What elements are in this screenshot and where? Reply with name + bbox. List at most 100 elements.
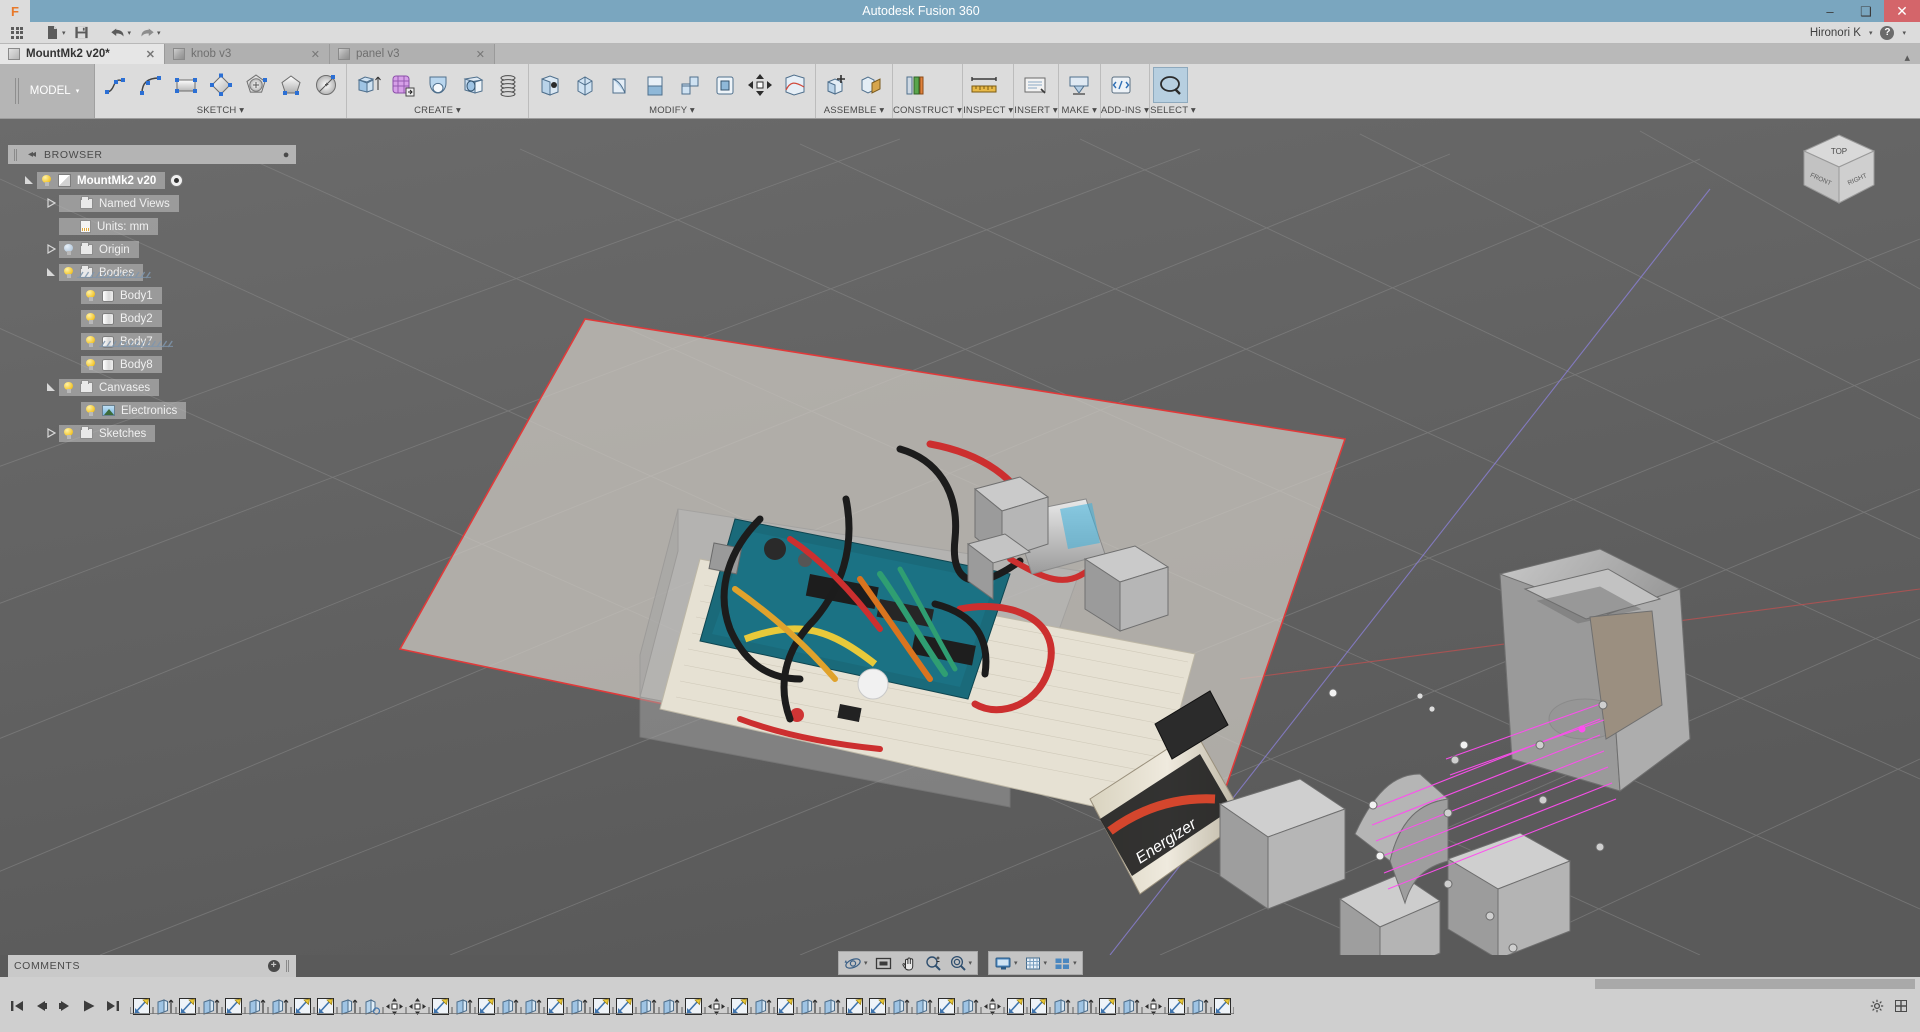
document-tab-2[interactable]: panel v3 ✕ <box>330 44 495 64</box>
timeline-feature-sketch[interactable] <box>1211 994 1234 1018</box>
timeline-feature-fillet[interactable] <box>360 994 383 1018</box>
display-settings-icon[interactable]: ▾ <box>991 952 1021 974</box>
fillet-icon[interactable] <box>567 67 602 103</box>
ribbon-group-label[interactable]: INSPECT ▾ <box>963 104 1013 117</box>
timeline-feature-extrude[interactable] <box>337 994 360 1018</box>
maximize-button[interactable]: ❑ <box>1848 0 1884 22</box>
timeline-feature-extrude[interactable] <box>268 994 291 1018</box>
extrude-icon[interactable] <box>350 67 385 103</box>
pan-icon[interactable] <box>896 952 921 974</box>
expander-expanded-icon[interactable] <box>42 267 59 279</box>
ribbon-group-label[interactable]: CREATE ▾ <box>347 104 528 117</box>
timeline-feature-sketch[interactable] <box>475 994 498 1018</box>
timeline-feature-sketch[interactable] <box>429 994 452 1018</box>
timeline-feature-sketch[interactable] <box>130 994 153 1018</box>
timeline-feature-move[interactable] <box>981 994 1004 1018</box>
browser-pin-icon[interactable]: ● <box>283 149 290 161</box>
revolve-icon[interactable] <box>420 67 455 103</box>
display-settings-caret-icon[interactable]: ▾ <box>1014 959 1018 967</box>
ribbon-group-label[interactable]: INSERT ▾ <box>1014 104 1058 117</box>
timeline-feature-extrude[interactable] <box>199 994 222 1018</box>
timeline-feature-extrude[interactable] <box>567 994 590 1018</box>
rectangle-icon[interactable] <box>168 67 203 103</box>
browser-tree-item-mountmk2-v20[interactable]: MountMk2 v20 <box>8 169 296 192</box>
timeline-feature-sketch[interactable] <box>176 994 199 1018</box>
timeline-feature-sketch[interactable] <box>1027 994 1050 1018</box>
document-tab-0[interactable]: MountMk2 v20* ✕ <box>0 44 165 64</box>
timeline-feature-extrude[interactable] <box>1119 994 1142 1018</box>
visibility-bulb-icon[interactable] <box>85 335 96 348</box>
select-icon[interactable] <box>1153 67 1189 103</box>
expander-collapsed-icon[interactable] <box>42 197 59 210</box>
expander-collapsed-icon[interactable] <box>42 243 59 256</box>
comments-grip-icon[interactable] <box>286 960 290 972</box>
fit-caret-icon[interactable]: ▾ <box>969 959 973 967</box>
document-tab-close-icon[interactable]: ✕ <box>311 48 320 61</box>
step-back-icon[interactable] <box>30 995 52 1017</box>
ribbon-group-label[interactable]: CONSTRUCT ▾ <box>893 104 962 117</box>
help-icon[interactable]: ? <box>1880 25 1895 40</box>
look-at-icon[interactable] <box>871 952 896 974</box>
timeline-feature-extrude[interactable] <box>153 994 176 1018</box>
new-component-icon[interactable] <box>819 67 854 103</box>
timeline-feature-sketch[interactable] <box>222 994 245 1018</box>
viewports-caret-icon[interactable]: ▾ <box>1073 959 1077 967</box>
go-to-start-icon[interactable] <box>6 995 28 1017</box>
browser-tree-item-chip[interactable]: Units: mm <box>59 218 158 235</box>
timeline-feature-move[interactable] <box>406 994 429 1018</box>
comments-panel[interactable]: COMMENTS + <box>8 955 296 977</box>
grid-snaps-caret-icon[interactable]: ▾ <box>1044 959 1048 967</box>
timeline-feature-sketch[interactable] <box>613 994 636 1018</box>
browser-tree-item-body8[interactable]: Body8 <box>8 353 296 376</box>
pattern-icon[interactable] <box>385 67 420 103</box>
timeline-feature-sketch[interactable] <box>682 994 705 1018</box>
activate-component-radio[interactable] <box>170 174 184 187</box>
browser-tree-item-chip[interactable]: Body8 <box>81 356 162 373</box>
grid-apps-icon[interactable] <box>6 23 28 43</box>
browser-tree-item-chip[interactable]: Named Views <box>59 195 179 212</box>
shell-icon[interactable] <box>602 67 637 103</box>
visibility-bulb-icon[interactable] <box>85 358 96 371</box>
timeline-feature-sketch[interactable] <box>590 994 613 1018</box>
timeline-feature-sketch[interactable] <box>314 994 337 1018</box>
workspace-switcher[interactable]: MODEL ▾ <box>0 64 95 118</box>
timeline-feature-sketch[interactable] <box>1165 994 1188 1018</box>
close-button[interactable]: ✕ <box>1884 0 1920 22</box>
visibility-bulb-icon[interactable] <box>63 381 74 394</box>
scripts-addins-icon[interactable] <box>1104 67 1139 103</box>
expander-expanded-icon[interactable] <box>42 382 59 394</box>
timeline-feature-extrude[interactable] <box>751 994 774 1018</box>
viewports-icon[interactable]: ▾ <box>1050 952 1080 974</box>
visibility-bulb-icon[interactable] <box>85 312 96 325</box>
timeline-feature-extrude[interactable] <box>245 994 268 1018</box>
timeline-feature-extrude[interactable] <box>820 994 843 1018</box>
visibility-bulb-icon[interactable] <box>41 174 52 187</box>
press-pull-icon[interactable] <box>532 67 567 103</box>
browser-tree-item-named-views[interactable]: Named Views <box>8 192 296 215</box>
timeline-feature-sketch[interactable] <box>291 994 314 1018</box>
browser-collapse-icon[interactable]: ◂◂ <box>28 149 36 160</box>
browser-tree-item-chip[interactable]: Bodies <box>59 264 151 281</box>
add-comment-icon[interactable]: + <box>268 960 280 972</box>
insert-mcmaster-icon[interactable] <box>1017 67 1052 103</box>
timeline-feature-extrude[interactable] <box>452 994 475 1018</box>
minimize-button[interactable]: – <box>1812 0 1848 22</box>
redo-icon[interactable]: ▾ <box>136 23 164 43</box>
expander-expanded-icon[interactable] <box>20 175 37 187</box>
browser-grip-icon[interactable] <box>14 148 18 161</box>
browser-tree-item-body2[interactable]: Body2 <box>8 307 296 330</box>
go-to-end-icon[interactable] <box>102 995 124 1017</box>
timeline-feature-move[interactable] <box>705 994 728 1018</box>
visibility-bulb-icon[interactable] <box>63 266 74 279</box>
spline-icon[interactable] <box>133 67 168 103</box>
ribbon-group-label[interactable]: MODIFY ▾ <box>529 104 815 117</box>
move-copy-icon[interactable] <box>742 67 777 103</box>
browser-tree-item-canvases[interactable]: Canvases <box>8 376 296 399</box>
timeline-feature-sketch[interactable] <box>1004 994 1027 1018</box>
fit-icon[interactable]: ▾ <box>946 952 976 974</box>
browser-tree-item-chip[interactable]: Body7 <box>81 333 173 350</box>
visibility-bulb-icon[interactable] <box>85 404 96 417</box>
ribbon-group-label[interactable]: ASSEMBLE ▾ <box>816 104 892 117</box>
timeline-feature-sketch[interactable] <box>728 994 751 1018</box>
ribbon-group-label[interactable]: SELECT ▾ <box>1150 104 1196 117</box>
